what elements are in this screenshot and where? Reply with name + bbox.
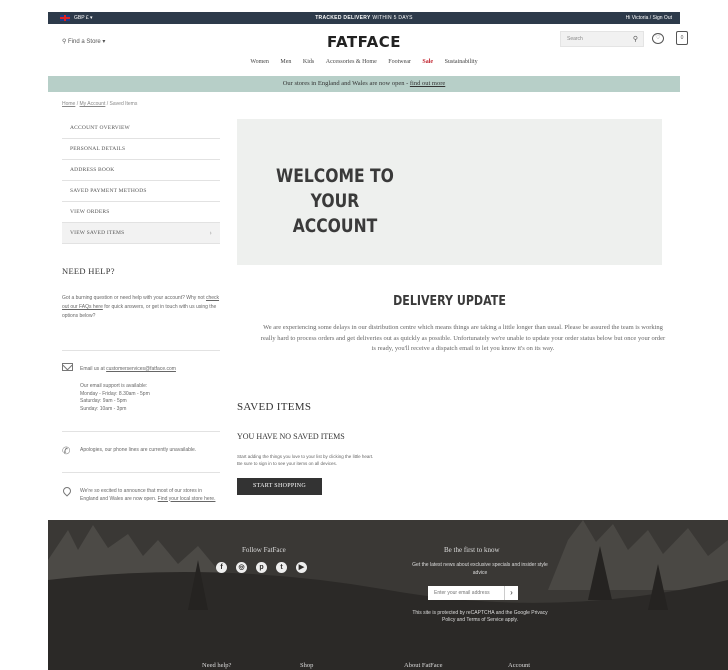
- breadcrumb-home[interactable]: Home: [62, 101, 75, 107]
- recaptcha-notice: This site is protected by reCAPTCHA and …: [412, 610, 548, 623]
- social-links: f ◎ p t ▶: [216, 562, 316, 573]
- nav-sale[interactable]: Sale: [422, 59, 433, 65]
- instagram-icon[interactable]: ◎: [236, 562, 247, 573]
- chevron-right-icon: ›: [209, 229, 212, 237]
- email-link[interactable]: customerservices@fatface.com: [106, 366, 176, 372]
- stores-open-text: We're so excited to announce that most o…: [80, 488, 216, 502]
- find-store-link-sidebar[interactable]: Find your local store here.: [158, 496, 216, 502]
- newsletter-submit-button[interactable]: ›: [504, 586, 518, 600]
- menu-view-saved-items[interactable]: VIEW SAVED ITEMS ›: [62, 223, 220, 244]
- phone-icon: ✆: [62, 446, 71, 457]
- delivery-update-title: DELIVERY UPDATE: [393, 294, 506, 309]
- nav-women[interactable]: Women: [250, 59, 269, 65]
- welcome-title: WELCOME TO YOUR ACCOUNT: [276, 165, 394, 237]
- menu-account-overview[interactable]: ACCOUNT OVERVIEW: [62, 118, 220, 139]
- footer-need-help[interactable]: Need help?: [202, 662, 231, 669]
- support-hours: Our email support is available: Monday -…: [80, 383, 150, 412]
- divider: [62, 350, 220, 351]
- pinterest-icon[interactable]: p: [256, 562, 267, 573]
- saved-items-hint: Start adding the things you love to your…: [237, 454, 374, 466]
- account-menu: ACCOUNT OVERVIEW PERSONAL DETAILS ADDRES…: [62, 118, 220, 244]
- mail-icon: [62, 363, 73, 371]
- newsletter-title: Be the first to know: [444, 546, 500, 554]
- divider: [62, 472, 220, 473]
- nav-kids[interactable]: Kids: [303, 59, 314, 65]
- menu-saved-payment-methods[interactable]: SAVED PAYMENT METHODS: [62, 181, 220, 202]
- main-nav: Women Men Kids Accessories & Home Footwe…: [0, 59, 728, 65]
- store-banner: Our stores in England and Wales are now …: [48, 76, 680, 92]
- phone-status: Apologies, our phone lines are currently…: [80, 447, 197, 453]
- nav-accessories-home[interactable]: Accessories & Home: [326, 59, 377, 65]
- bag-icon[interactable]: 0: [676, 31, 688, 45]
- breadcrumb: Home / My Account / Saved Items: [62, 101, 138, 107]
- divider: [62, 431, 220, 432]
- email-contact: Email us at customerservices@fatface.com: [80, 366, 176, 372]
- start-shopping-button[interactable]: START SHOPPING: [237, 478, 322, 495]
- nav-sustainability[interactable]: Sustainability: [445, 59, 478, 65]
- delivery-update-text: We are experiencing some delays in our d…: [260, 324, 666, 352]
- menu-personal-details[interactable]: PERSONAL DETAILS: [62, 139, 220, 160]
- footer-shop[interactable]: Shop: [300, 662, 313, 669]
- account-links[interactable]: Hi Victoria / Sign Out: [626, 15, 672, 21]
- youtube-icon[interactable]: ▶: [296, 562, 307, 573]
- saved-items-title: SAVED ITEMS: [237, 401, 312, 413]
- location-pin-icon: [61, 485, 73, 497]
- delivery-promo: TRACKED DELIVERY WITHIN 5 DAYS: [315, 15, 413, 21]
- footer-account[interactable]: Account: [508, 662, 530, 669]
- footer: [48, 520, 728, 670]
- nav-footwear[interactable]: Footwear: [388, 59, 411, 65]
- follow-title: Follow FatFace: [242, 546, 286, 554]
- newsletter-text: Get the latest news about exclusive spec…: [412, 562, 548, 576]
- forest-background: [48, 520, 728, 670]
- heart-icon[interactable]: ♡: [652, 33, 664, 44]
- menu-address-book[interactable]: ADDRESS BOOK: [62, 160, 220, 181]
- breadcrumb-account[interactable]: My Account: [80, 101, 106, 107]
- footer-about[interactable]: About FatFace: [404, 662, 442, 669]
- twitter-icon[interactable]: t: [276, 562, 287, 573]
- no-saved-items: YOU HAVE NO SAVED ITEMS: [237, 432, 345, 441]
- breadcrumb-current: Saved Items: [109, 101, 138, 107]
- need-help-title: NEED HELP?: [62, 266, 115, 276]
- top-bar: GBP £ ▾ TRACKED DELIVERY WITHIN 5 DAYS H…: [48, 12, 680, 24]
- nav-men[interactable]: Men: [280, 59, 291, 65]
- search-icon[interactable]: ⚲: [633, 35, 638, 43]
- facebook-icon[interactable]: f: [216, 562, 227, 573]
- help-intro: Got a burning question or need help with…: [62, 295, 220, 319]
- banner-link[interactable]: find out more: [410, 80, 445, 87]
- menu-view-orders[interactable]: VIEW ORDERS: [62, 202, 220, 223]
- newsletter-email-field[interactable]: [428, 586, 504, 600]
- search-input[interactable]: Search ⚲: [560, 31, 644, 47]
